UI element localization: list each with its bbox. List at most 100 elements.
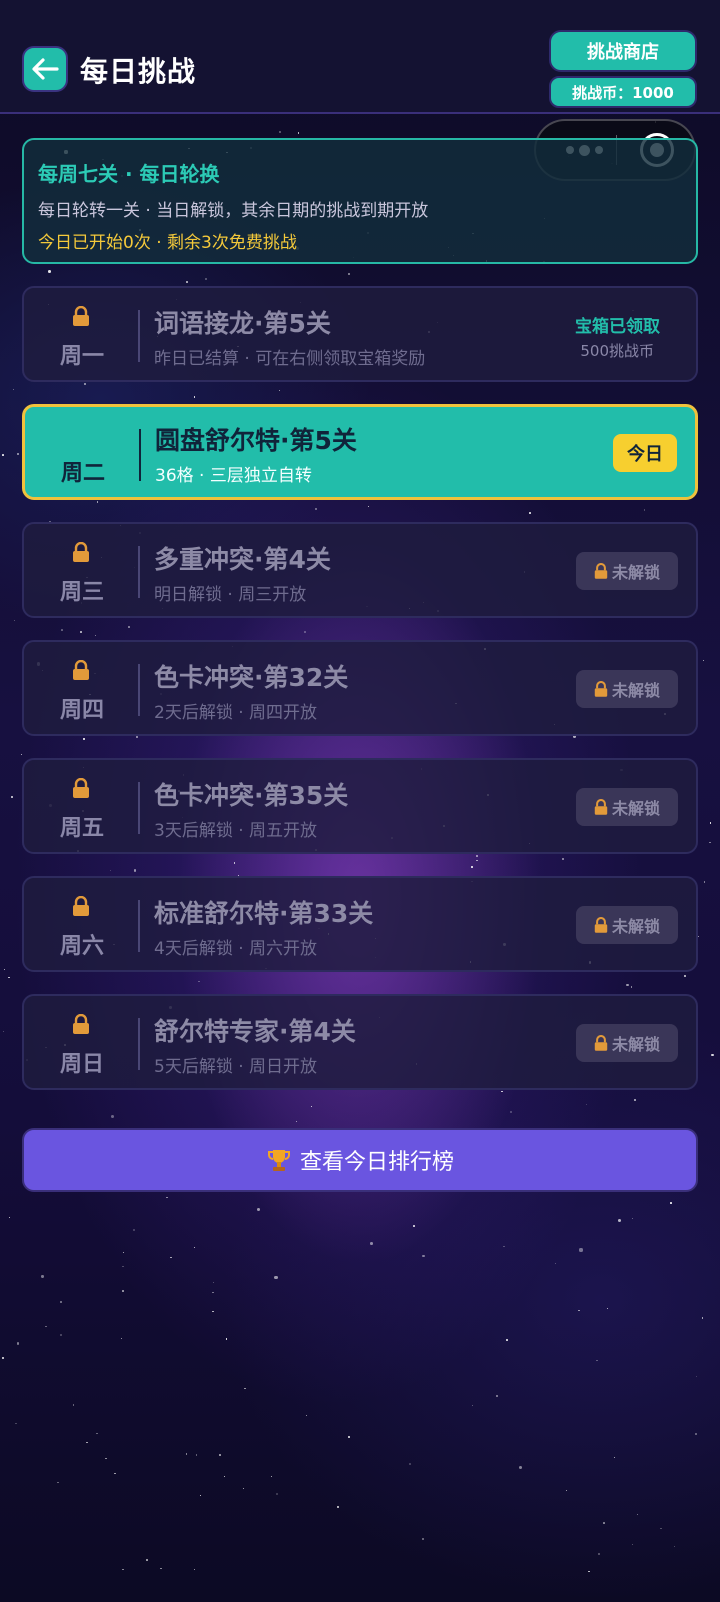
star [122, 1290, 124, 1292]
star [367, 506, 369, 508]
locked-badge: 未解锁 [576, 788, 678, 826]
star [422, 1538, 425, 1540]
star [122, 1266, 124, 1268]
star [274, 1276, 278, 1280]
day-row-tuesday[interactable]: 周二 圆盘舒尔特·第5关 36格 · 三层独立自转 今日 [22, 404, 698, 500]
star [135, 736, 138, 739]
level-subtitle: 36格 · 三层独立自转 [155, 466, 312, 486]
level-subtitle: 明日解锁 · 周三开放 [154, 585, 307, 605]
star [166, 1196, 168, 1198]
star [471, 866, 473, 868]
star [128, 625, 130, 628]
star [8, 976, 10, 978]
locked-label: 未解锁 [611, 799, 660, 818]
star [122, 1568, 124, 1571]
star [244, 1387, 246, 1390]
day-row-sunday[interactable]: 周日 舒尔特专家·第4关 5天后解锁 · 周日开放 未解锁 [22, 994, 698, 1090]
star [660, 1527, 663, 1530]
day-row-friday[interactable]: 周五 色卡冲突·第35关 3天后解锁 · 周五开放 未解锁 [22, 758, 698, 854]
star [695, 1433, 697, 1436]
star [3, 968, 5, 971]
star [45, 1325, 47, 1327]
star [84, 383, 86, 385]
challenge-shop-button[interactable]: 挑战商店 [549, 30, 697, 72]
star [2, 454, 5, 456]
star [701, 1317, 704, 1319]
star [195, 1454, 198, 1457]
star [683, 974, 687, 978]
lock-icon [594, 799, 608, 815]
star [72, 1404, 74, 1406]
day-label: 周五 [59, 816, 104, 841]
star [626, 983, 629, 987]
star [674, 1545, 676, 1547]
star [110, 1115, 114, 1119]
star [588, 1570, 590, 1573]
star [578, 1310, 580, 1312]
lock-icon [73, 542, 89, 562]
lock-icon [73, 896, 89, 916]
star [696, 1376, 698, 1378]
star [603, 1522, 605, 1524]
star [561, 858, 564, 861]
divider [138, 782, 140, 834]
star [86, 1441, 88, 1443]
day-row-monday[interactable]: 周一 词语接龙·第5关 昨日已结算 · 可在右侧领取宝箱奖励 宝箱已领取 500… [22, 286, 698, 382]
day-label: 周一 [59, 344, 104, 369]
star [632, 1217, 634, 1219]
star [133, 869, 136, 872]
locked-label: 未解锁 [611, 917, 660, 936]
star [205, 278, 207, 281]
star [278, 130, 282, 134]
star [256, 1207, 260, 1211]
star [96, 501, 99, 503]
divider [138, 1018, 140, 1070]
star [413, 1225, 415, 1227]
star [160, 1567, 163, 1570]
star [170, 1256, 172, 1259]
locked-badge: 未解锁 [576, 906, 678, 944]
day-row-thursday[interactable]: 周四 色卡冲突·第32关 2天后解锁 · 周四开放 未解锁 [22, 640, 698, 736]
locked-badge: 未解锁 [576, 1024, 678, 1062]
day-row-saturday[interactable]: 周六 标准舒尔特·第33关 4天后解锁 · 周六开放 未解锁 [22, 876, 698, 972]
star [13, 388, 15, 390]
star [9, 1217, 11, 1219]
star [48, 270, 51, 274]
star [698, 935, 700, 937]
day-label: 周日 [59, 1052, 104, 1077]
day-row-wednesday[interactable]: 周三 多重冲突·第4关 明日解锁 · 周三开放 未解锁 [22, 522, 698, 618]
star [670, 1202, 672, 1204]
today-badge: 今日 [613, 434, 677, 472]
star [606, 1308, 608, 1310]
star [305, 1414, 307, 1417]
star [16, 453, 19, 456]
star [510, 1110, 513, 1113]
star [223, 1476, 225, 1478]
back-button[interactable] [22, 46, 68, 92]
challenge-info-card: 每周七关 · 每日轮换 每日轮转一关 · 当日解锁，其余日期的挑战到期开放 今日… [22, 138, 698, 264]
star [21, 753, 23, 755]
star [297, 132, 300, 134]
star [613, 1456, 615, 1458]
star [96, 1432, 98, 1435]
star [185, 281, 188, 283]
level-name: 多重冲突·第4关 [154, 545, 331, 574]
star [596, 1359, 598, 1362]
info-description: 每日轮转一关 · 当日解锁，其余日期的挑战到期开放 [38, 201, 429, 221]
top-bar: 每日挑战 挑战商店 挑战币：1000 [0, 0, 720, 114]
level-subtitle: 3天后解锁 · 周五开放 [154, 821, 318, 841]
star [704, 881, 706, 883]
level-subtitle: 4天后解锁 · 周六开放 [154, 939, 318, 959]
locked-label: 未解锁 [611, 681, 660, 700]
star [496, 1395, 498, 1398]
star [279, 390, 281, 392]
leaderboard-button[interactable]: 查看今日排行榜 [22, 1128, 698, 1192]
star [199, 1495, 201, 1497]
day-label: 周四 [59, 698, 104, 723]
lock-icon [73, 306, 89, 326]
divider [138, 664, 140, 716]
level-subtitle: 5天后解锁 · 周日开放 [154, 1057, 318, 1077]
page-title: 每日挑战 [80, 55, 197, 88]
star [83, 738, 85, 740]
day-label: 周二 [60, 461, 105, 486]
